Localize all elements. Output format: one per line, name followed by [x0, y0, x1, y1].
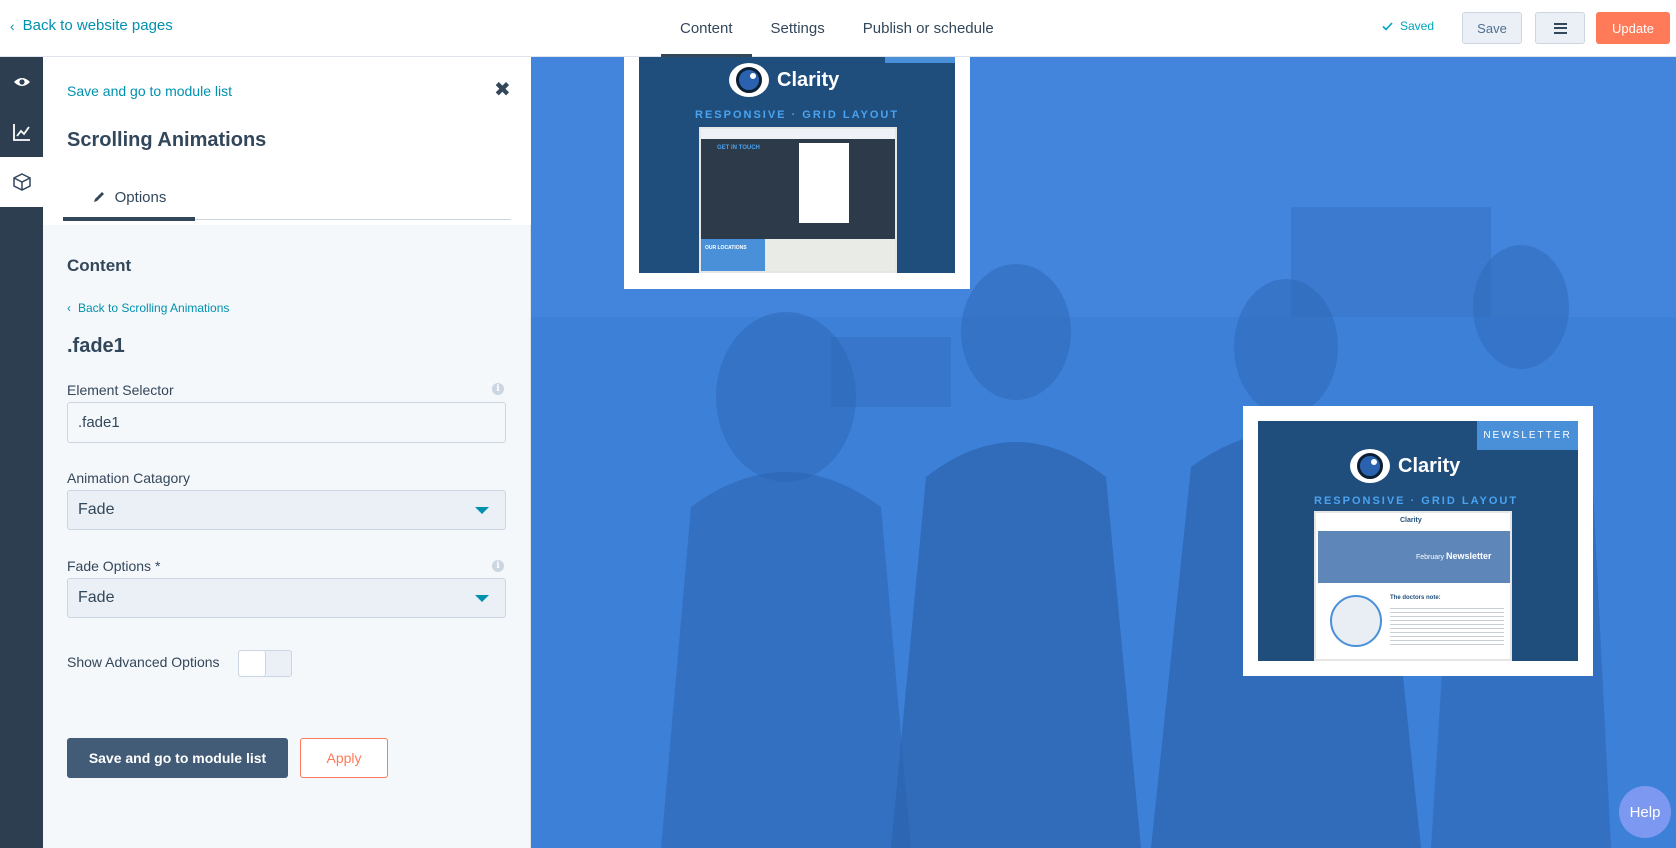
- rail-preview[interactable]: [0, 57, 43, 107]
- fade-options-label: Fade Options *: [67, 558, 161, 574]
- page-preview[interactable]: Clarity RESPONSIVE · GRID LAYOUT GET IN …: [531, 57, 1676, 848]
- fade-options-value: Fade: [78, 589, 115, 606]
- template-card-contact-art: Clarity RESPONSIVE · GRID LAYOUT GET IN …: [639, 57, 955, 273]
- element-selector-label: Element Selector: [67, 382, 174, 398]
- chevron-left-icon: ‹: [10, 17, 15, 34]
- pencil-icon: [93, 192, 104, 202]
- back-to-scrolling-animations-link[interactable]: ‹ Back to Scrolling Animations: [67, 301, 229, 315]
- rail-analytics[interactable]: [0, 107, 43, 157]
- clarity-logo: Clarity: [1350, 449, 1460, 483]
- save-button[interactable]: Save: [1462, 12, 1522, 44]
- back-link-label: Back to website pages: [22, 17, 173, 34]
- thumb-subheading: OUR LOCATIONS: [705, 245, 747, 251]
- element-selector-input[interactable]: .fade1: [67, 402, 506, 443]
- template-card-contact[interactable]: Clarity RESPONSIVE · GRID LAYOUT GET IN …: [624, 57, 970, 289]
- clarity-logo: Clarity: [729, 63, 839, 97]
- tab-publish[interactable]: Publish or schedule: [844, 0, 1013, 57]
- tab-settings-label: Settings: [770, 20, 825, 37]
- update-button[interactable]: Update: [1596, 12, 1670, 44]
- panel-header: Save and go to module list ✖ Scrolling A…: [43, 57, 531, 225]
- back-scroll-label: Back to Scrolling Animations: [78, 301, 230, 315]
- top-bar: ‹ Back to website pages Content Settings…: [0, 0, 1676, 57]
- tab-content[interactable]: Content: [661, 0, 752, 57]
- newsletter-badge: NEWSLETTER: [1477, 421, 1578, 450]
- module-title: Scrolling Animations: [67, 129, 267, 151]
- animation-category-value: Fade: [78, 501, 115, 518]
- left-rail: [0, 57, 43, 848]
- more-menu-button[interactable]: [1535, 12, 1585, 44]
- back-to-website-pages-link[interactable]: ‹ Back to website pages: [10, 17, 173, 34]
- toggle-knob: [239, 651, 266, 676]
- content-section-heading: Content: [67, 256, 132, 275]
- clarity-eye-logo-icon: [1350, 449, 1390, 483]
- thumb-brand: Clarity: [1400, 517, 1422, 524]
- thumb-heading: GET IN TOUCH: [717, 145, 760, 151]
- thumb-banner-big: Newsletter: [1445, 551, 1492, 561]
- hamburger-icon: [1553, 22, 1567, 34]
- saved-status: Saved: [1382, 19, 1434, 33]
- fade-options-select[interactable]: Fade: [67, 578, 506, 618]
- show-advanced-options-toggle[interactable]: [238, 650, 292, 677]
- thumb-banner-small: February: [1416, 554, 1445, 561]
- save-and-go-to-module-list-button[interactable]: Save and go to module list: [67, 738, 288, 778]
- animation-category-select[interactable]: Fade: [67, 490, 506, 530]
- rail-modules[interactable]: [0, 157, 43, 207]
- clarity-eye-logo-icon: [729, 63, 769, 97]
- card-tagline: RESPONSIVE · GRID LAYOUT: [1314, 495, 1519, 507]
- editor-tabs: Content Settings Publish or schedule: [661, 0, 1013, 57]
- tab-options[interactable]: Options: [63, 173, 195, 221]
- options-tab-label: Options: [114, 188, 167, 206]
- thumb-note: The doctors note:: [1390, 595, 1441, 601]
- template-card-newsletter[interactable]: NEWSLETTER Clarity RESPONSIVE · GRID LAY…: [1243, 406, 1593, 676]
- info-icon[interactable]: i: [492, 383, 504, 395]
- saved-label: Saved: [1400, 19, 1435, 33]
- card-brand: Clarity: [1398, 454, 1461, 477]
- info-icon[interactable]: i: [492, 560, 504, 572]
- template-card-newsletter-art: NEWSLETTER Clarity RESPONSIVE · GRID LAY…: [1258, 421, 1578, 661]
- tab-publish-label: Publish or schedule: [862, 20, 994, 37]
- item-name-heading: .fade1: [67, 335, 125, 357]
- contact-page-thumbnail: GET IN TOUCH OUR LOCATIONS: [699, 127, 897, 273]
- card-badge-strip: [885, 57, 955, 63]
- options-tab-indicator: [63, 217, 195, 221]
- module-editor-panel: Save and go to module list ✖ Scrolling A…: [43, 57, 531, 848]
- tab-content-label: Content: [680, 20, 733, 37]
- newsletter-thumbnail: Clarity February Newsletter The doctors …: [1314, 511, 1512, 661]
- show-advanced-options-label: Show Advanced Options: [67, 654, 220, 670]
- save-and-go-to-module-list-link[interactable]: Save and go to module list: [67, 83, 232, 99]
- animation-category-label: Animation Catagory: [67, 470, 190, 486]
- checkmark-icon: [1382, 21, 1393, 31]
- eye-icon: [13, 78, 30, 86]
- chevron-left-icon: ‹: [67, 301, 71, 315]
- analytics-chart-icon: [12, 124, 30, 141]
- help-button[interactable]: Help: [1619, 786, 1671, 838]
- card-brand: Clarity: [777, 68, 840, 91]
- apply-button[interactable]: Apply: [300, 738, 388, 778]
- dropdown-caret-icon: [475, 595, 489, 602]
- close-icon[interactable]: ✖: [494, 77, 511, 102]
- module-box-icon: [12, 173, 31, 191]
- card-tagline: RESPONSIVE · GRID LAYOUT: [695, 109, 900, 121]
- tab-settings[interactable]: Settings: [752, 0, 844, 57]
- element-selector-value: .fade1: [78, 414, 120, 431]
- dropdown-caret-icon: [475, 507, 489, 514]
